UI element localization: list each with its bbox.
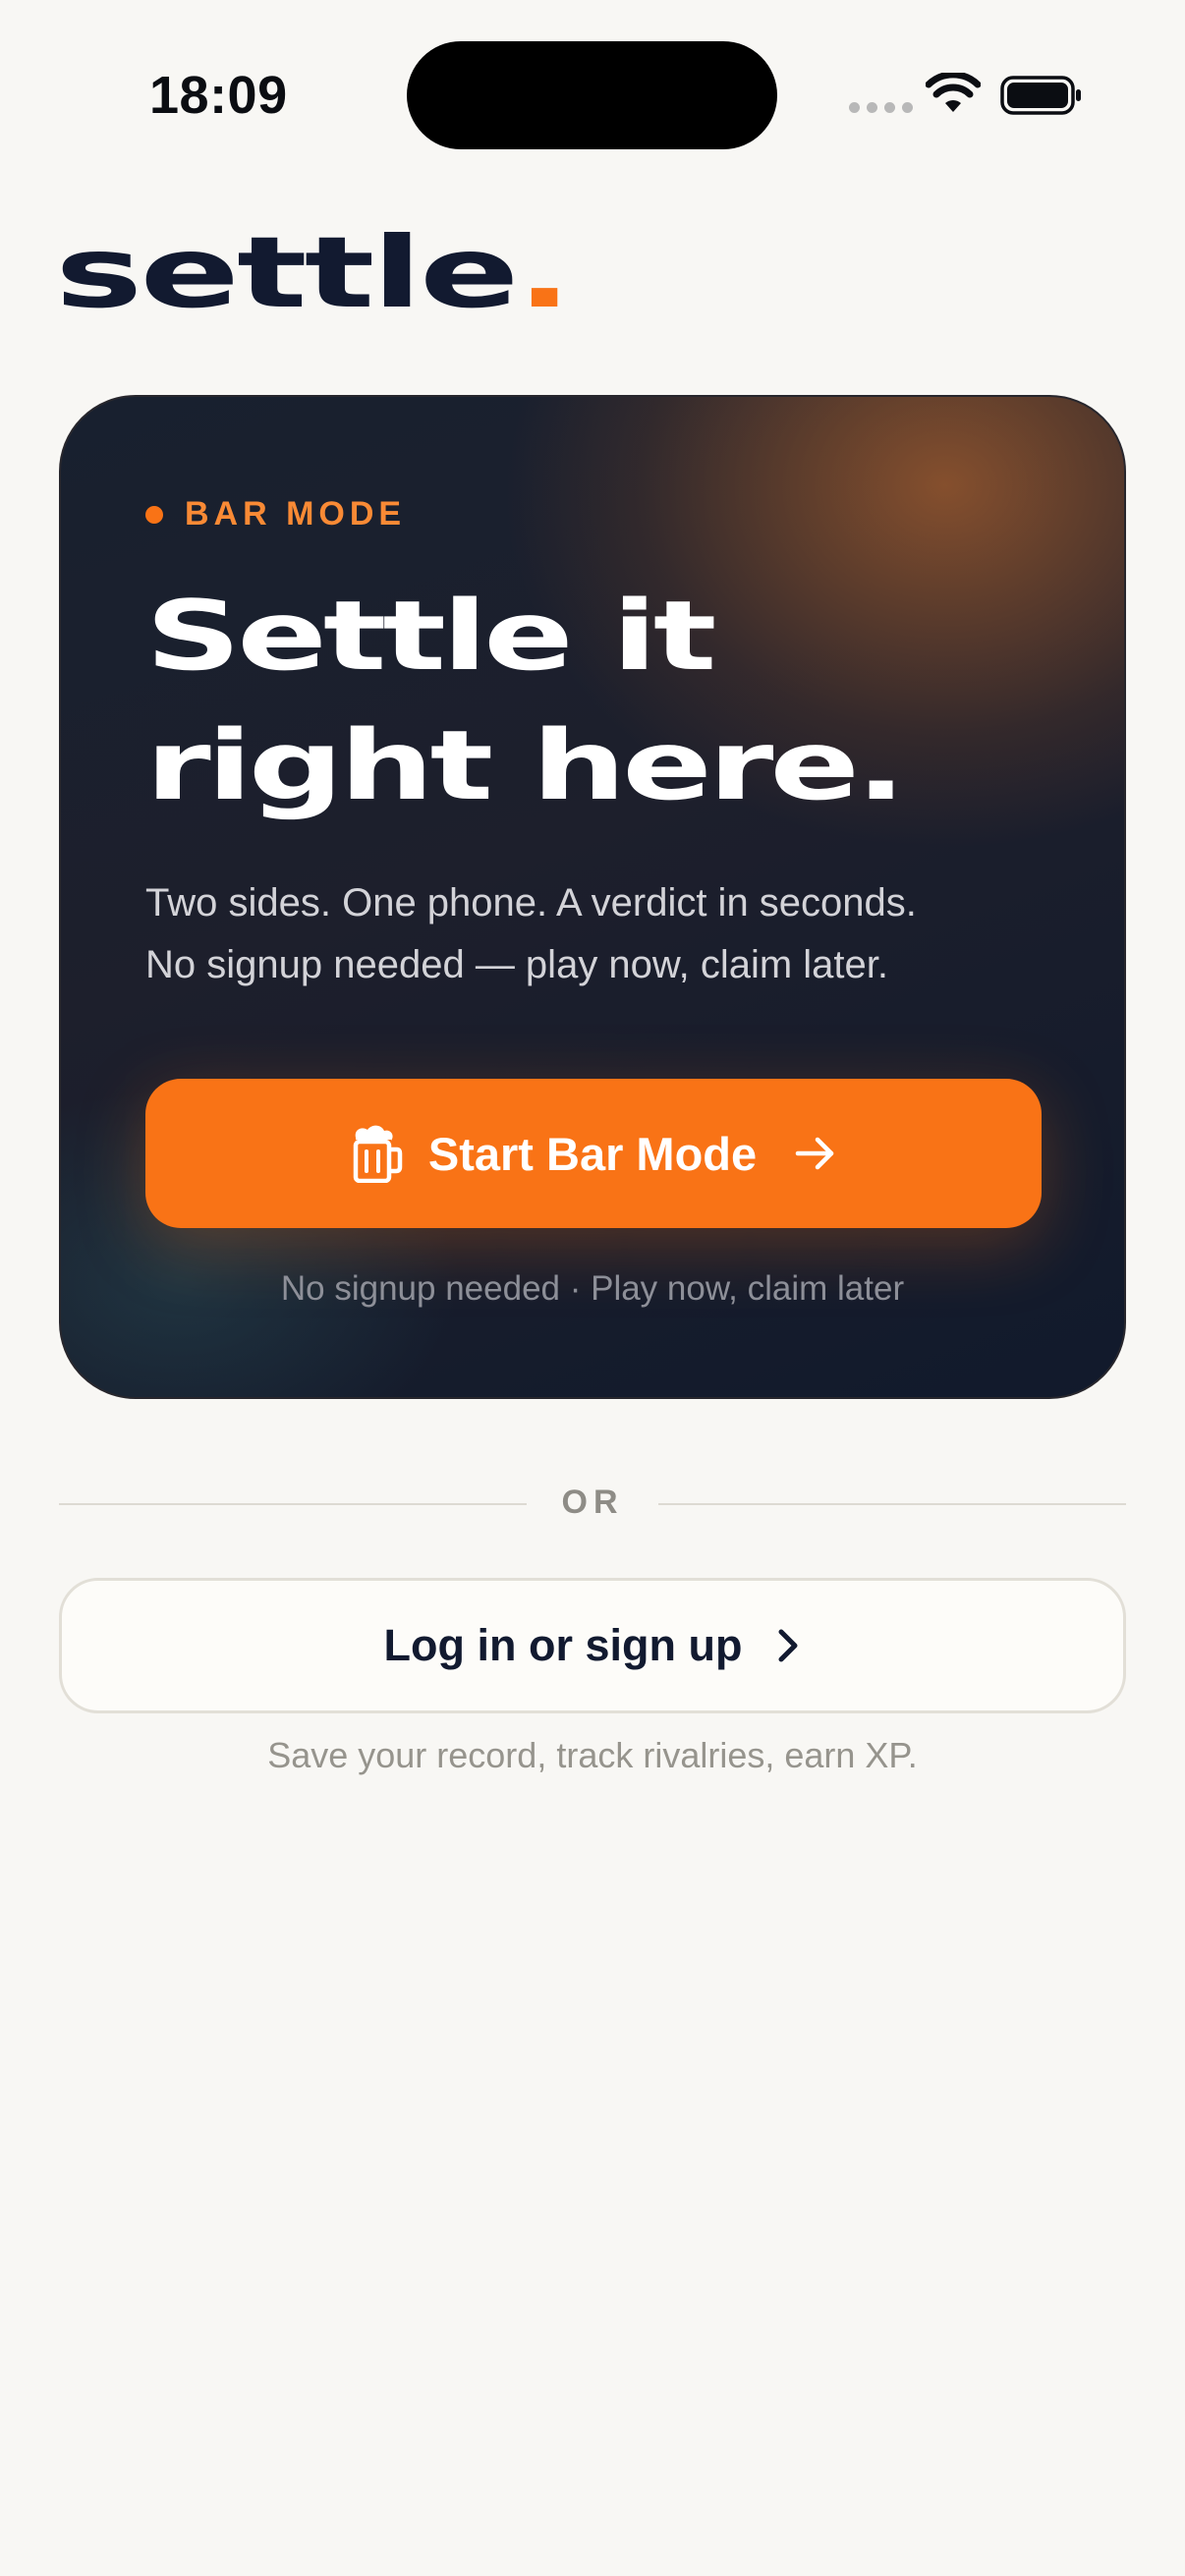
bar-mode-card: BAR MODE Settle it right here. Two sides… <box>59 395 1126 1399</box>
divider-line-left <box>59 1503 527 1505</box>
eyebrow-dot-icon <box>145 505 163 524</box>
beer-mug-icon <box>353 1125 403 1183</box>
dynamic-island <box>407 41 777 149</box>
bar-mode-eyebrow: BAR MODE <box>145 495 406 533</box>
cellular-signal-icon <box>849 102 913 113</box>
status-time: 18:09 <box>149 66 288 125</box>
battery-icon <box>1000 76 1081 115</box>
login-signup-label: Log in or sign up <box>383 1620 743 1670</box>
hero-headline: Settle it right here. <box>145 581 906 822</box>
hero-footnote: No signup needed · Play now, claim later <box>280 1269 905 1308</box>
hero-subtext: Two sides. One phone. A verdict in secon… <box>145 881 917 986</box>
eyebrow-label: BAR MODE <box>185 495 407 532</box>
logo-wordmark: settle <box>55 215 520 330</box>
logo-dot: . <box>516 215 573 330</box>
login-caption: Save your record, track rivalries, earn … <box>267 1735 918 1775</box>
divider-or-label: OR <box>561 1484 624 1521</box>
chevron-right-icon <box>778 1629 798 1662</box>
settle-logo: settle. <box>55 224 573 322</box>
login-signup-button[interactable]: Log in or sign up <box>59 1578 1126 1713</box>
start-bar-mode-button[interactable]: Start Bar Mode <box>145 1079 1042 1228</box>
wifi-icon <box>926 73 981 112</box>
start-bar-mode-label: Start Bar Mode <box>427 1127 758 1180</box>
arrow-right-icon <box>795 1137 834 1170</box>
divider-line-right <box>658 1503 1126 1505</box>
